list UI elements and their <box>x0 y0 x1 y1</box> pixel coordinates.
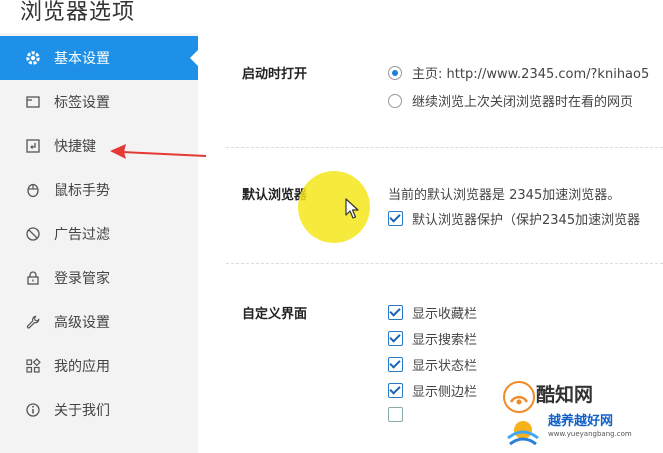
default-browser-protect-text: 默认浏览器保护（保护2345加速浏览器 <box>412 213 641 228</box>
apps-grid-icon <box>24 357 42 375</box>
checkbox-browser-protect[interactable] <box>388 211 403 226</box>
red-arrow-annotation-icon <box>110 144 207 159</box>
sidebar-item-label: 高级设置 <box>54 315 110 331</box>
option-show-search-bar[interactable]: 显示搜索栏 <box>388 329 477 348</box>
sidebar-item-basic-settings[interactable]: 基本设置 <box>0 36 198 80</box>
section-divider <box>226 263 663 264</box>
watermark-sun-icon <box>507 421 539 446</box>
sidebar-item-tab-settings[interactable]: 标签设置 <box>0 80 198 124</box>
mouse-cursor-icon <box>345 198 359 219</box>
sidebar-item-login-manager[interactable]: 登录管家 <box>0 256 198 300</box>
sidebar-item-my-apps[interactable]: 我的应用 <box>0 344 198 388</box>
startup-continue-option[interactable]: 继续浏览上次关闭浏览器时在看的网页 <box>388 91 633 110</box>
default-browser-status: 当前的默认浏览器是 2345加速浏览器。 <box>388 188 621 203</box>
checkbox-show-status-bar[interactable] <box>388 357 403 372</box>
watermark-brand: 酷知网 <box>536 384 594 406</box>
block-icon <box>24 225 42 243</box>
radio-continue[interactable] <box>388 93 402 108</box>
sidebar-item-label: 基本设置 <box>54 51 110 67</box>
checkbox-show-sidebar[interactable] <box>388 383 403 398</box>
checkbox-unchecked[interactable] <box>388 407 403 422</box>
sidebar-item-about-us[interactable]: 关于我们 <box>0 388 198 432</box>
option-show-status-bar[interactable]: 显示状态栏 <box>388 355 477 374</box>
checkbox-show-favorites-bar[interactable] <box>388 305 403 320</box>
sidebar-item-advanced-settings[interactable]: 高级设置 <box>0 300 198 344</box>
custom-ui-section-label: 自定义界面 <box>242 307 308 322</box>
option-label: 显示侧边栏 <box>412 385 478 400</box>
watermark-site-name: 越养越好网 <box>548 414 614 429</box>
sidebar-item-label: 登录管家 <box>54 271 110 287</box>
default-browser-protect-option[interactable]: 默认浏览器保护（保护2345加速浏览器 <box>388 209 640 228</box>
keyboard-shortcut-icon <box>24 137 42 155</box>
sidebar-item-mouse-gestures[interactable]: 鼠标手势 <box>0 168 198 212</box>
sidebar: 基本设置 标签设置 快捷键 鼠标手势 广告过滤 登录管家 高级设置 我的应用 关… <box>0 33 198 453</box>
sidebar-item-label: 标签设置 <box>54 95 110 111</box>
option-unchecked[interactable] <box>388 407 412 422</box>
watermark: 酷知网 越养越好网 www.yueyangbang.com <box>500 378 660 450</box>
active-indicator <box>190 50 198 66</box>
sidebar-item-label: 鼠标手势 <box>54 183 110 199</box>
startup-section-label: 启动时打开 <box>242 67 308 82</box>
option-label: 显示搜索栏 <box>412 333 478 348</box>
sidebar-item-label: 广告过滤 <box>54 227 110 243</box>
watermark-url: www.yueyangbang.com <box>548 430 632 438</box>
option-show-sidebar[interactable]: 显示侧边栏 <box>388 381 477 400</box>
gear-icon <box>24 49 42 67</box>
sidebar-item-label: 快捷键 <box>54 139 96 155</box>
info-icon <box>24 401 42 419</box>
wrench-icon <box>24 313 42 331</box>
startup-homepage-text: 主页: http://www.2345.com/?knihao5 <box>412 67 650 82</box>
window-title: 浏览器选项 <box>20 0 136 25</box>
sidebar-item-label: 我的应用 <box>54 359 110 375</box>
option-label: 显示收藏栏 <box>412 307 478 322</box>
startup-homepage-option[interactable]: 主页: http://www.2345.com/?knihao5 <box>388 63 649 82</box>
checkbox-show-search-bar[interactable] <box>388 331 403 346</box>
startup-continue-text: 继续浏览上次关闭浏览器时在看的网页 <box>412 95 634 110</box>
mouse-icon <box>24 181 42 199</box>
default-browser-section-label: 默认浏览器 <box>242 188 308 203</box>
radio-homepage[interactable] <box>388 65 402 80</box>
option-label: 显示状态栏 <box>412 359 478 374</box>
watermark-logo-icon <box>503 381 535 413</box>
title-bar: 浏览器选项 <box>0 0 663 33</box>
tabs-icon <box>24 93 42 111</box>
option-show-favorites-bar[interactable]: 显示收藏栏 <box>388 303 477 322</box>
sidebar-item-ad-filter[interactable]: 广告过滤 <box>0 212 198 256</box>
lock-icon <box>24 269 42 287</box>
sidebar-item-label: 关于我们 <box>54 403 110 419</box>
section-divider <box>226 147 663 148</box>
